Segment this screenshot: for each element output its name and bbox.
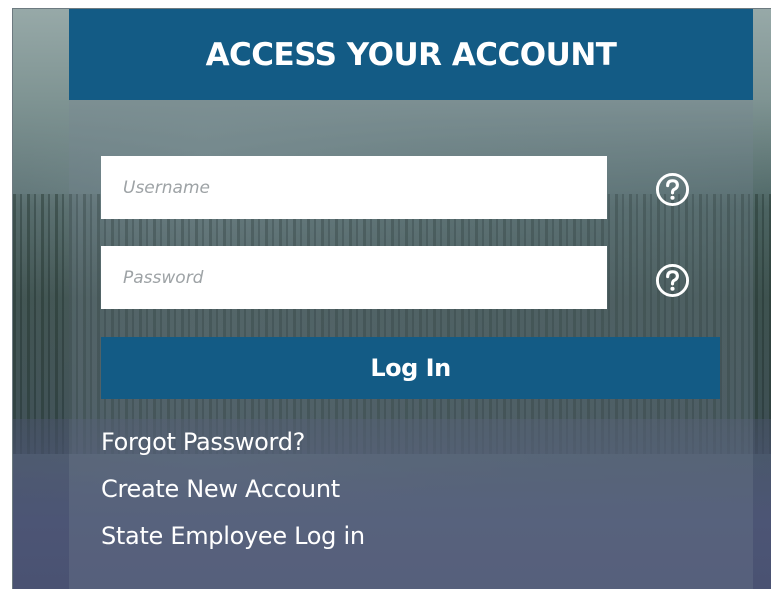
- password-input[interactable]: [101, 246, 607, 309]
- username-input[interactable]: [101, 156, 607, 219]
- create-account-link[interactable]: Create New Account: [101, 475, 340, 503]
- page-title: ACCESS YOUR ACCOUNT: [205, 36, 617, 73]
- password-help-icon[interactable]: [655, 263, 690, 298]
- login-panel: ACCESS YOUR ACCOUNT Log In Forgot Passwo…: [69, 9, 753, 589]
- username-help-icon[interactable]: [655, 172, 690, 207]
- login-button[interactable]: Log In: [101, 337, 720, 399]
- state-employee-login-link[interactable]: State Employee Log in: [101, 522, 365, 550]
- background-photo: ACCESS YOUR ACCOUNT Log In Forgot Passwo…: [12, 8, 771, 589]
- login-header: ACCESS YOUR ACCOUNT: [69, 9, 753, 100]
- forgot-password-link[interactable]: Forgot Password?: [101, 428, 305, 456]
